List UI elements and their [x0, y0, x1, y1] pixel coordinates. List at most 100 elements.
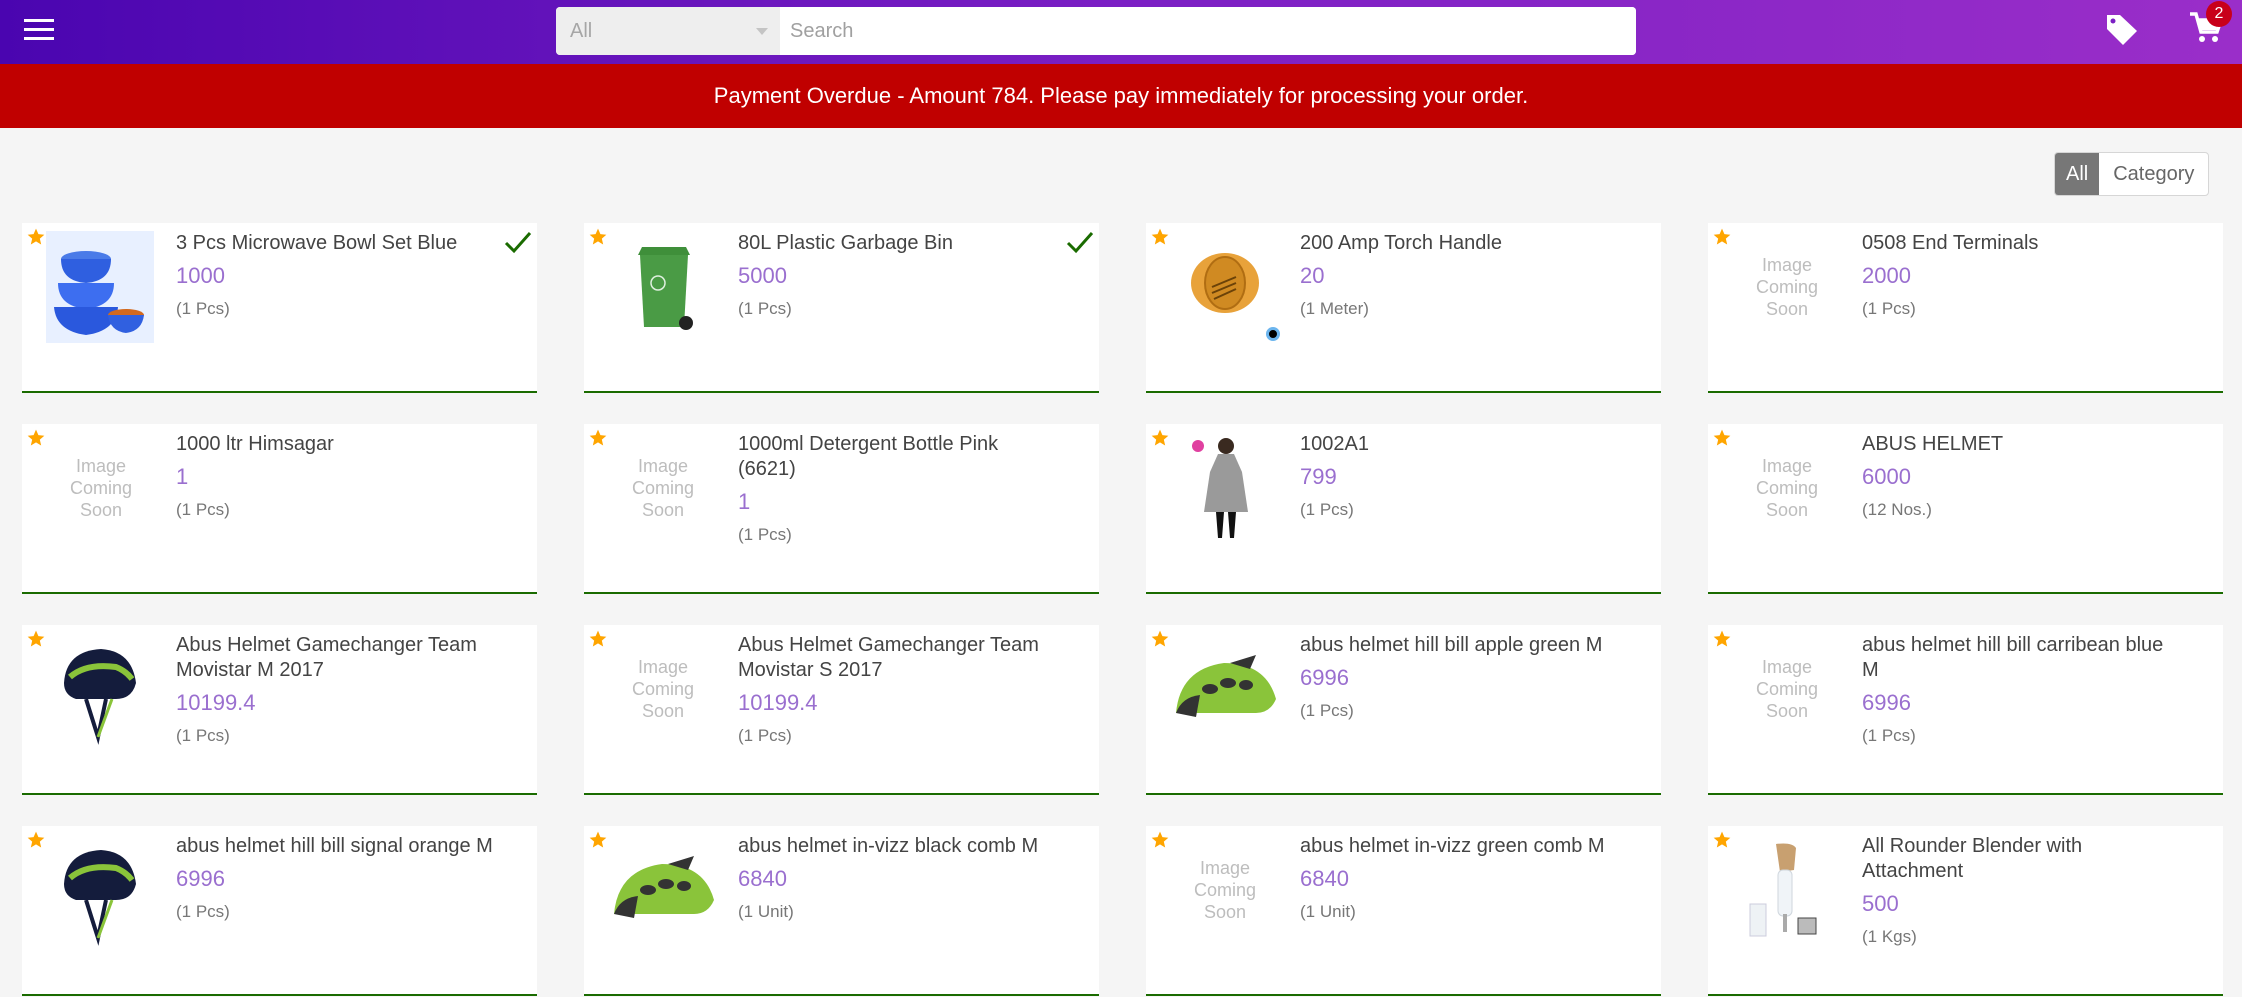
product-card[interactable]: Image Coming Soon abus helmet hill bill car…	[1708, 625, 2223, 795]
product-unit: (1 Pcs)	[1862, 299, 1916, 318]
placeholder-line: Coming	[1755, 478, 1819, 498]
search-category-value: All	[570, 20, 593, 42]
product-card[interactable]: 1002A1 799 (1 Pcs)	[1146, 424, 1661, 594]
checkmark-icon	[503, 229, 533, 255]
product-card[interactable]: 80L Plastic Garbage Bin 5000 (1 Pcs)	[584, 223, 1099, 393]
placeholder-line: Coming	[1755, 277, 1819, 297]
top-app-bar: All 2	[0, 0, 2242, 64]
image-coming-soon-text: Image Coming Soon	[70, 455, 132, 521]
star-icon[interactable]	[588, 629, 608, 649]
product-unit: (1 Kgs)	[1862, 927, 1917, 946]
star-icon[interactable]	[26, 629, 46, 649]
star-icon[interactable]	[1150, 830, 1170, 850]
product-image[interactable]	[46, 633, 156, 745]
product-card[interactable]: Abus Helmet Gamechanger Team Movistar M …	[22, 625, 537, 795]
placeholder-line: Image	[637, 456, 689, 476]
product-name: 1000ml Detergent Bottle Pink (6621)	[738, 433, 999, 480]
toggle-category[interactable]: Category	[2099, 153, 2208, 195]
placeholder-line: Coming	[631, 679, 695, 699]
placeholder-line: Coming	[1755, 679, 1819, 699]
product-info: 3 Pcs Microwave Bowl Set Blue 1000 (1 Pcs)	[176, 231, 497, 320]
product-price: 6840	[738, 866, 787, 891]
placeholder-line: Image	[1761, 456, 1813, 476]
product-image[interactable]	[1170, 432, 1280, 544]
star-icon[interactable]	[1150, 428, 1170, 448]
product-unit: (1 Pcs)	[738, 726, 792, 745]
product-price: 6996	[1862, 690, 1911, 715]
product-card[interactable]: Image Coming Soon 1000 ltr Himsagar 1 (1 Pcs)	[22, 424, 537, 594]
product-name: abus helmet hill bill carribean blue M	[1862, 634, 2164, 681]
star-icon[interactable]	[26, 428, 46, 448]
product-price: 500	[1862, 891, 1899, 916]
placeholder-line: Soon	[641, 500, 685, 520]
placeholder-line: Image	[1199, 858, 1251, 878]
star-icon[interactable]	[1150, 629, 1170, 649]
product-price: 1000	[176, 263, 225, 288]
product-info: 1000 ltr Himsagar 1 (1 Pcs)	[176, 432, 497, 521]
product-card[interactable]: abus helmet hill bill apple green M 6996 (…	[1146, 625, 1661, 795]
product-info: abus helmet in-vizz black comb M 6840 (1 U…	[738, 834, 1059, 923]
image-coming-soon-text: Image Coming Soon	[632, 455, 694, 521]
product-card[interactable]: Image Coming Soon Abus Helmet Gamechanger T…	[584, 625, 1099, 795]
product-card[interactable]: abus helmet in-vizz black comb M 6840 (1 U…	[584, 826, 1099, 996]
search-input[interactable]	[780, 7, 1636, 55]
product-unit: (1 Unit)	[1300, 902, 1356, 921]
product-unit: (1 Pcs)	[176, 299, 230, 318]
product-image[interactable]	[46, 231, 156, 343]
star-icon[interactable]	[1712, 428, 1732, 448]
product-name: ABUS HELMET	[1862, 433, 2004, 455]
product-card[interactable]: Image Coming Soon ABUS HELMET 6000 (12 Nos.)	[1708, 424, 2223, 594]
placeholder-line: Image	[1761, 657, 1813, 677]
product-info: 1000ml Detergent Bottle Pink (6621) 1 (1 P…	[738, 432, 1059, 546]
product-card[interactable]: abus helmet hill bill signal orange M 699…	[22, 826, 537, 996]
product-card[interactable]: Image Coming Soon 1000ml Detergent Bottle P…	[584, 424, 1099, 594]
checkmark-icon	[1065, 229, 1095, 255]
product-card[interactable]: Image Coming Soon 0508 End Terminals 2000 (1 …	[1708, 223, 2223, 393]
image-coming-soon-text: Image Coming Soon	[1756, 656, 1818, 722]
product-card[interactable]: 3 Pcs Microwave Bowl Set Blue 1000 (1 Pcs)	[22, 223, 537, 393]
placeholder-line: Coming	[1193, 880, 1257, 900]
tag-icon[interactable]	[2104, 12, 2140, 46]
hamburger-menu-icon[interactable]	[24, 19, 54, 43]
search-category-select[interactable]: All	[556, 7, 780, 55]
image-coming-soon-text: Image Coming Soon	[1756, 455, 1818, 521]
placeholder-line: Coming	[69, 478, 133, 498]
star-icon[interactable]	[588, 830, 608, 850]
product-unit: (1 Pcs)	[176, 500, 230, 519]
product-card[interactable]: Image Coming Soon abus helmet in-vizz green…	[1146, 826, 1661, 996]
image-coming-soon-text: Image Coming Soon	[1194, 857, 1256, 923]
product-card[interactable]: 200 Amp Torch Handle 20 (1 Meter)	[1146, 223, 1661, 393]
product-image[interactable]	[46, 834, 156, 946]
placeholder-line: Soon	[1765, 701, 1809, 721]
product-info: 1002A1 799 (1 Pcs)	[1300, 432, 1621, 521]
product-info: 200 Amp Torch Handle 20 (1 Meter)	[1300, 231, 1621, 320]
placeholder-line: Soon	[1765, 500, 1809, 520]
star-icon[interactable]	[1712, 629, 1732, 649]
product-name: 80L Plastic Garbage Bin	[738, 232, 953, 254]
view-toggle: All Category	[2054, 152, 2210, 196]
star-icon[interactable]	[588, 227, 608, 247]
product-price: 10199.4	[738, 690, 818, 715]
star-icon[interactable]	[26, 830, 46, 850]
product-name: 200 Amp Torch Handle	[1300, 232, 1502, 254]
star-icon[interactable]	[1150, 227, 1170, 247]
toggle-all[interactable]: All	[2055, 153, 2100, 195]
product-image[interactable]	[1170, 633, 1280, 745]
product-image[interactable]	[608, 834, 718, 946]
placeholder-line: Soon	[1203, 902, 1247, 922]
star-icon[interactable]	[1712, 830, 1732, 850]
product-image[interactable]	[1732, 834, 1842, 946]
product-info: abus helmet hill bill signal orange M 699…	[176, 834, 497, 923]
star-icon[interactable]	[1712, 227, 1732, 247]
product-image[interactable]	[608, 231, 718, 343]
search-bar: All	[556, 7, 1636, 55]
product-card[interactable]: All Rounder Blender with Attachment 500 (1…	[1708, 826, 2223, 996]
product-price: 2000	[1862, 263, 1911, 288]
product-unit: (1 Pcs)	[176, 726, 230, 745]
star-icon[interactable]	[588, 428, 608, 448]
product-price: 6996	[176, 866, 225, 891]
product-unit: (1 Pcs)	[738, 525, 792, 544]
star-icon[interactable]	[26, 227, 46, 247]
product-image[interactable]	[1170, 231, 1280, 343]
product-price: 20	[1300, 263, 1325, 288]
